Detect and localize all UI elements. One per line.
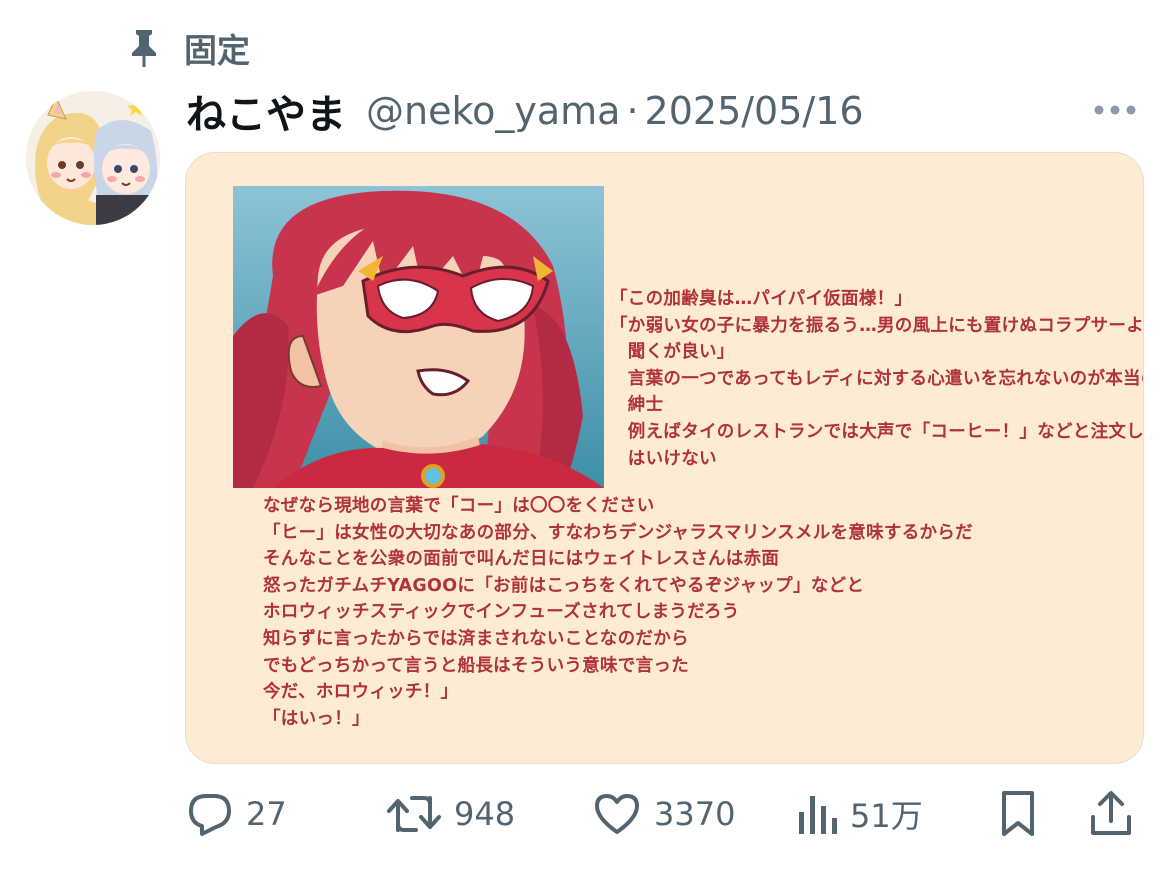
views-icon [796,790,838,838]
media-card[interactable]: 「この加齢臭は…パイパイ仮面様！」 「か弱い女の子に暴力を振るう…男の風上にも置… [185,152,1144,764]
views-button[interactable]: 51万 [796,786,923,842]
more-icon[interactable] [1090,96,1140,124]
display-name[interactable]: ねこやま [186,82,346,140]
retweet-count: 948 [454,795,516,833]
like-button[interactable]: 3370 [592,786,735,842]
views-count: 51万 [850,797,923,835]
manga-illustration [233,186,604,488]
pinned-indicator: 固定 [128,26,250,70]
pinned-label: 固定 [184,31,250,70]
like-icon [592,790,642,838]
like-count: 3370 [654,795,736,833]
retweet-button[interactable]: 948 [386,786,515,842]
reply-icon [186,790,234,838]
share-icon [1088,789,1134,839]
share-button[interactable] [1088,786,1134,842]
header-separator: · [626,89,639,133]
avatar[interactable] [26,91,160,225]
retweet-icon [386,790,442,838]
tweet-header: ねこやま @neko_yama · 2025/05/16 [186,84,864,138]
caption-text-bottom: なぜなら現地の言葉で「コー」は〇〇をください 「ヒー」は女性の大切なあの部分、す… [263,496,973,729]
reply-count: 27 [246,795,287,833]
bookmark-icon [998,789,1038,839]
pin-icon [128,28,160,68]
user-handle[interactable]: @neko_yama [366,89,620,133]
action-bar: 27 948 3370 51万 [186,786,1146,842]
caption-text-right: 「この加齢臭は…パイパイ仮面様！」 「か弱い女の子に暴力を振るう…男の風上にも置… [610,289,1144,469]
bookmark-button[interactable] [998,786,1038,842]
tweet-date[interactable]: 2025/05/16 [645,89,864,133]
reply-button[interactable]: 27 [186,786,287,842]
